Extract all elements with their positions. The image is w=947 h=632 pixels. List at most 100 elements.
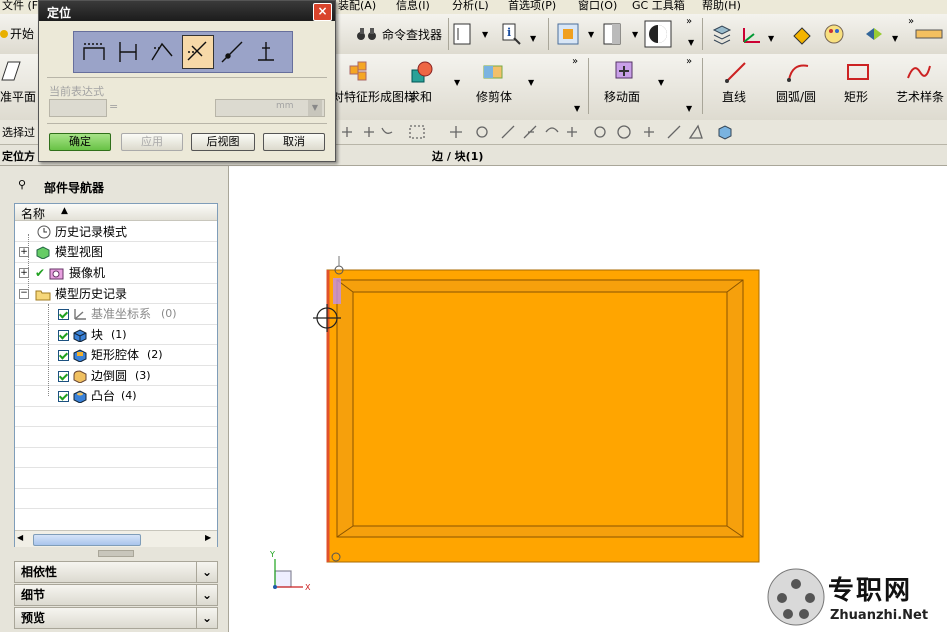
arc-icon [787,64,809,82]
chevron-down-icon[interactable]: ▼ [574,104,580,113]
tree-item-rect-pocket[interactable]: 矩形腔体 (2) [15,345,217,365]
datum-plane-button[interactable]: 准平面 [0,58,40,106]
palette-icon[interactable] [822,22,846,46]
ok-button[interactable]: 确定 [49,133,111,151]
studio-spline-button[interactable]: 艺术样条 [892,58,947,106]
page-icon[interactable] [602,22,624,46]
chevron-down-icon[interactable]: ▼ [530,34,536,43]
menu-analysis[interactable]: 分析(L) [452,0,489,12]
mirror-icon[interactable] [862,22,886,46]
info-icon[interactable]: i [500,22,524,46]
more-chevron-icon[interactable]: » [686,16,692,27]
chevron-down-icon[interactable]: ▼ [482,30,488,39]
chevron-down-icon[interactable]: ▼ [528,78,534,87]
navigator-tree[interactable]: 名称 ▲ 历史记录模式 + 模型视图 + ✔ 摄像机 − 模型历史记录 基准坐标… [14,203,218,547]
checkbox[interactable] [58,391,69,402]
pocket-floor [352,291,728,527]
checkbox[interactable] [58,350,69,361]
close-button[interactable]: × [313,3,332,21]
section-details[interactable]: 细节 ⌄ [14,584,218,606]
panel-splitter[interactable] [98,550,134,557]
unite-button[interactable]: 求和 [404,58,444,106]
parallel-method-icon[interactable] [148,38,176,66]
chevron-down-icon[interactable]: ▼ [658,78,664,87]
chevron-down-icon[interactable]: ▼ [588,30,594,39]
tree-item-model-history[interactable]: − 模型历史记录 [15,284,217,304]
dialog-titlebar[interactable]: 定位 × [39,1,335,21]
ruler-icon[interactable] [914,24,944,44]
start-button[interactable]: 开始 [0,25,34,42]
section-dependencies[interactable]: 相依性 ⌄ [14,561,218,583]
tree-item-datum-csys[interactable]: 基准坐标系 (0) [15,304,217,324]
command-finder-button[interactable]: 命令查找器 [354,22,446,46]
trim-body-button[interactable]: 修剪体 [472,58,520,106]
chevron-down-icon[interactable]: ▼ [892,34,898,43]
vertical-method-icon[interactable] [114,38,142,66]
scroll-right-icon[interactable]: ▶ [205,533,211,542]
section-preview[interactable]: 预览 ⌄ [14,607,218,629]
snap-icon[interactable] [790,22,814,46]
menu-assembly[interactable]: 装配(A) [338,0,376,12]
collapse-minus-icon[interactable]: − [19,289,29,299]
tree-item-id: (0) [161,307,177,320]
scroll-left-icon[interactable]: ◀ [17,533,23,542]
menu-window[interactable]: 窗口(O) [578,0,617,12]
sheet-icon[interactable] [452,22,474,46]
tree-item-camera[interactable]: + ✔ 摄像机 [15,263,217,283]
expand-plus-icon[interactable]: + [19,268,29,278]
chevron-down-icon[interactable]: ⌄ [196,585,217,605]
chevron-down-icon[interactable]: ▼ [768,34,774,43]
cancel-button[interactable]: 取消 [263,133,325,151]
feature-pattern-button[interactable]: 对特征形成图样 [332,58,416,118]
column-header[interactable]: 名称 ▲ [15,204,217,221]
checkbox[interactable] [58,309,69,320]
chevron-down-icon[interactable]: ▼ [686,104,692,113]
more-chevron-icon[interactable]: » [686,56,692,67]
perpendicular-method-button[interactable] [182,35,214,69]
render-style-icon[interactable] [644,20,672,48]
navigator-pin-icon[interactable]: ⚲ [18,178,26,191]
line-icon [725,62,746,83]
tree-item-history-mode[interactable]: 历史记录模式 [15,222,217,242]
chevron-down-icon[interactable]: ⌄ [196,608,217,628]
graphics-window[interactable]: Y X [229,166,947,632]
tree-item-block[interactable]: 块 (1) [15,325,217,345]
line-button[interactable]: 直线 [718,58,758,106]
scroll-thumb[interactable] [33,534,141,546]
tree-item-id: (4) [121,389,137,402]
chevron-down-icon[interactable]: ▼ [454,78,460,87]
checkbox[interactable] [58,330,69,341]
more-chevron-icon[interactable]: » [572,56,578,67]
edge-blend-icon [73,370,87,383]
menu-info[interactable]: 信息(I) [396,0,430,12]
horizontal-scrollbar[interactable]: ◀ ▶ [15,530,217,547]
wcs-icon[interactable] [740,22,764,46]
horizontal-method-icon[interactable] [80,38,108,66]
tree-item-boss[interactable]: 凸台 (4) [15,386,217,406]
menu-preferences[interactable]: 首选项(P) [508,0,556,12]
menu-help[interactable]: 帮助(H) [702,0,741,12]
fit-view-icon[interactable] [556,22,580,46]
tree-item-model-views[interactable]: + 模型视图 [15,242,217,262]
rectangle-button[interactable]: 矩形 [840,58,880,106]
menu-gc-toolkit[interactable]: GC 工具箱 [632,0,685,12]
perpendicular-method-icon [187,41,207,61]
part-model[interactable]: Y X [229,166,947,632]
point-onto-point-icon[interactable] [218,38,246,66]
checkbox[interactable] [58,371,69,382]
layer-icon[interactable] [710,22,734,46]
cube-select-icon[interactable] [716,123,734,141]
chevron-down-icon[interactable]: ▼ [688,38,694,47]
expand-plus-icon[interactable]: + [19,247,29,257]
chevron-down-icon[interactable]: ▼ [632,30,638,39]
arc-button[interactable]: 圆弧/圆 [772,58,828,106]
chevron-down-icon[interactable]: ⌄ [196,562,217,582]
tree-item-edge-blend[interactable]: 边倒圆 (3) [15,366,217,386]
move-face-button[interactable]: 移动面 [600,58,650,106]
svg-text:i: i [507,26,511,39]
point-onto-line-icon[interactable] [252,38,280,66]
back-button[interactable]: 后视图 [191,133,255,151]
positioning-method-group [73,31,293,73]
snap-points-icons[interactable] [338,123,738,141]
menu-file[interactable]: 文件 (F) [2,0,42,12]
